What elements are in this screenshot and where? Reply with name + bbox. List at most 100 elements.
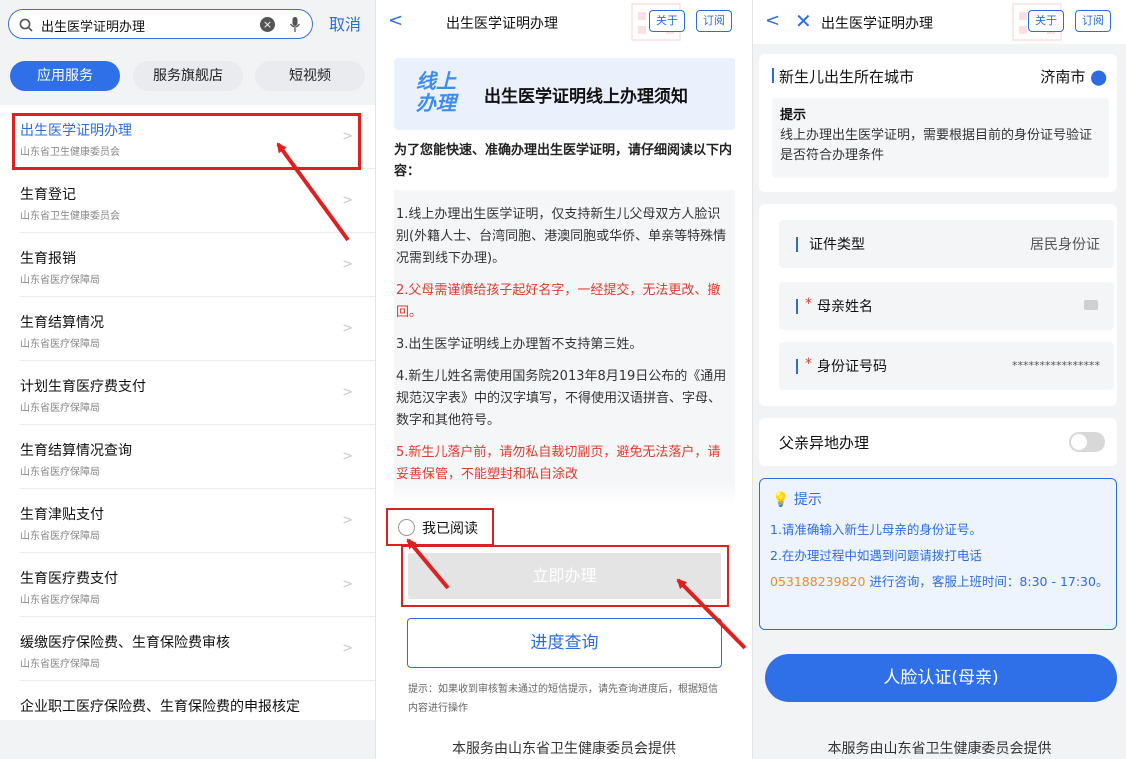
id-type-label: 证件类型 [809, 237, 865, 253]
tip-line: 053188239820 进行咨询，客服上班时间：8:30 - 17:30。 [770, 574, 1109, 589]
item-provider: 山东省医疗保障局 [20, 275, 100, 286]
id-number-value: **************** [1012, 359, 1100, 372]
notice-intro: 为了您能快速、准确办理出生医学证明，请仔细阅读以下内容： [394, 143, 733, 179]
notice-header: 线上 办理 出生医学证明线上办理须知 [394, 58, 735, 130]
item-provider: 山东省卫生健康委员会 [20, 211, 120, 222]
list-item[interactable]: 生育报销 山东省医疗保障局 > [20, 233, 375, 297]
item-title: 生育津贴支付 [20, 507, 104, 523]
item-title: 生育结算情况 [20, 315, 104, 331]
notice-body: 线上办理出生医学证明，需要根据目前的身份证号验证是否符合办理条件 [780, 128, 1093, 163]
clear-icon[interactable]: × [260, 17, 275, 32]
notice-title: 出生医学证明线上办理须知 [484, 87, 688, 107]
tip-line: 1.请准确输入新生儿母亲的身份证号。 [770, 522, 982, 537]
chevron-right-icon: > [342, 193, 353, 208]
father-remote-row: 父亲异地办理 [759, 418, 1117, 466]
list-item[interactable]: 生育结算情况 山东省医疗保障局 > [20, 297, 375, 361]
item-title: 生育医疗费支付 [20, 571, 118, 587]
progress-query-button[interactable]: 进度查询 [407, 618, 722, 668]
back-button[interactable]: < [388, 10, 403, 31]
item-provider: 山东省医疗保障局 [20, 531, 100, 542]
chevron-right-icon: > [342, 513, 353, 528]
service-provider-footer: 本服务由山东省卫生健康委员会提供 [452, 741, 676, 757]
rule-item-warning: 5.新生儿落户前，请勿私自裁切副页，避免无法落户，请妥善保管，不能塑封和私自涂改 [396, 445, 721, 482]
list-item[interactable]: 计划生育医疗费支付 山东省医疗保障局 > [20, 361, 375, 425]
rule-item: 4.新生儿姓名需使用国务院2013年8月19日公布的《通用规范汉字表》中的汉字填… [396, 369, 727, 428]
item-title: 计划生育医疗费支付 [20, 379, 146, 395]
mother-name-label: 母亲姓名 [817, 299, 873, 315]
required-marker: * [805, 296, 812, 312]
list-item[interactable]: 生育津贴支付 山东省医疗保障局 > [20, 489, 375, 553]
annotation-highlight-box [386, 508, 494, 546]
item-title: 缓缴医疗保险费、生育保险费审核 [20, 635, 230, 651]
subscribe-button[interactable]: 订阅 [696, 10, 732, 32]
back-button[interactable]: < [765, 10, 780, 31]
item-provider: 山东省医疗保障局 [20, 659, 100, 670]
search-results-screen: 出生医学证明办理 × 取消 应用服务 服务旗舰店 短视频 出生医学证明办理 山东… [0, 0, 375, 759]
cancel-button[interactable]: 取消 [329, 11, 361, 35]
chevron-right-icon: > [342, 321, 353, 336]
notice-heading: 提示 [780, 108, 807, 123]
field-marker [796, 359, 798, 374]
page-title: 出生医学证明办理 [821, 16, 933, 32]
service-provider-footer: 本服务由山东省卫生健康委员会提供 [827, 741, 1052, 757]
city-label: 新生儿出生所在城市 [779, 68, 915, 86]
tab-app-services[interactable]: 应用服务 [10, 61, 120, 91]
about-button[interactable]: 关于 [649, 10, 685, 32]
verification-form-screen: < ✕ 出生医学证明办理 关于 订阅 新生儿出生所在城市 济南市 ⬤ 提示 线上… [752, 0, 1126, 759]
list-item[interactable]: 生育结算情况查询 山东省医疗保障局 > [20, 425, 375, 489]
tab-service-stores[interactable]: 服务旗舰店 [133, 61, 243, 91]
field-marker [796, 237, 798, 252]
tips-heading: 💡 提示 [772, 492, 822, 508]
father-remote-toggle[interactable] [1069, 432, 1105, 452]
list-item[interactable]: 缓缴医疗保险费、生育保险费审核 山东省医疗保障局 > [20, 617, 375, 681]
section-marker [772, 68, 774, 83]
tab-short-videos[interactable]: 短视频 [255, 61, 365, 91]
search-query: 出生医学证明办理 [41, 20, 146, 35]
annotation-highlight-box [401, 545, 729, 607]
rule-item: 3.出生医学证明线上办理暂不支持第三姓。 [396, 337, 643, 352]
hotline-number[interactable]: 053188239820 [770, 574, 865, 589]
id-type-field[interactable]: 证件类型 居民身份证 [779, 220, 1114, 268]
item-provider: 山东省医疗保障局 [20, 403, 100, 414]
close-icon[interactable]: ✕ [795, 9, 812, 33]
city-selector[interactable]: 济南市 ⬤ [1040, 66, 1107, 87]
list-item[interactable]: 生育登记 山东省卫生健康委员会 > [20, 169, 375, 233]
page-title: 出生医学证明办理 [446, 16, 558, 32]
mic-icon[interactable] [289, 16, 301, 34]
id-number-field[interactable]: * 身份证号码 **************** [779, 342, 1114, 390]
tips-lines: 1.请准确输入新生儿母亲的身份证号。 2.在办理过程中如遇到问题请拨打电话 05… [770, 517, 1110, 595]
search-icon [19, 18, 33, 32]
item-title: 企业职工医疗保险费、生育保险费的申报核定 [20, 699, 300, 715]
result-tabs: 应用服务 服务旗舰店 短视频 [0, 55, 375, 97]
progress-tip: 提示：如果收到审核暂未通过的短信提示，请先查询进度后，根据短信内容进行操作 [408, 684, 718, 714]
toggle-knob [1071, 434, 1087, 450]
rule-item: 1.线上办理出生医学证明，仅支持新生儿父母双方人脸识别(外籍人士、台湾同胞、港澳… [396, 207, 727, 266]
required-marker: * [805, 356, 812, 372]
nav-bar: < 出生医学证明办理 关于 订阅 [376, 0, 752, 44]
id-type-value: 居民身份证 [1030, 237, 1100, 253]
item-title: 生育报销 [20, 251, 76, 267]
service-list: 出生医学证明办理 山东省卫生健康委员会 > 生育登记 山东省卫生健康委员会 > … [0, 105, 375, 720]
subscribe-button[interactable]: 订阅 [1075, 10, 1111, 32]
search-input[interactable]: 出生医学证明办理 × [8, 9, 313, 39]
nav-bar: < ✕ 出生医学证明办理 关于 订阅 [753, 0, 1126, 44]
list-item[interactable]: 企业职工医疗保险费、生育保险费的申报核定 [20, 681, 375, 720]
face-verify-button[interactable]: 人脸认证(母亲) [765, 654, 1117, 702]
id-form-card: 证件类型 居民身份证 * 母亲姓名 * 身份证号码 **************… [759, 204, 1117, 406]
tips-card: 💡 提示 1.请准确输入新生儿母亲的身份证号。 2.在办理过程中如遇到问题请拨打… [759, 478, 1117, 630]
list-item[interactable]: 生育医疗费支付 山东省医疗保障局 > [20, 553, 375, 617]
item-title: 生育登记 [20, 187, 76, 203]
item-title: 生育结算情况查询 [20, 443, 132, 459]
chevron-right-icon: > [342, 257, 353, 272]
redacted-value [1084, 300, 1098, 310]
chevron-right-icon: > [342, 641, 353, 656]
lightbulb-icon: 💡 [772, 492, 790, 508]
location-pin-icon: ⬤ [1090, 68, 1107, 86]
mother-name-field[interactable]: * 母亲姓名 [779, 282, 1114, 330]
about-button[interactable]: 关于 [1028, 10, 1064, 32]
item-provider: 山东省医疗保障局 [20, 595, 100, 606]
scroll-fade [394, 482, 735, 506]
chevron-right-icon: > [342, 577, 353, 592]
rules-box[interactable]: 1.线上办理出生医学证明，仅支持新生儿父母双方人脸识别(外籍人士、台湾同胞、港澳… [394, 190, 735, 506]
chevron-right-icon: > [342, 449, 353, 464]
